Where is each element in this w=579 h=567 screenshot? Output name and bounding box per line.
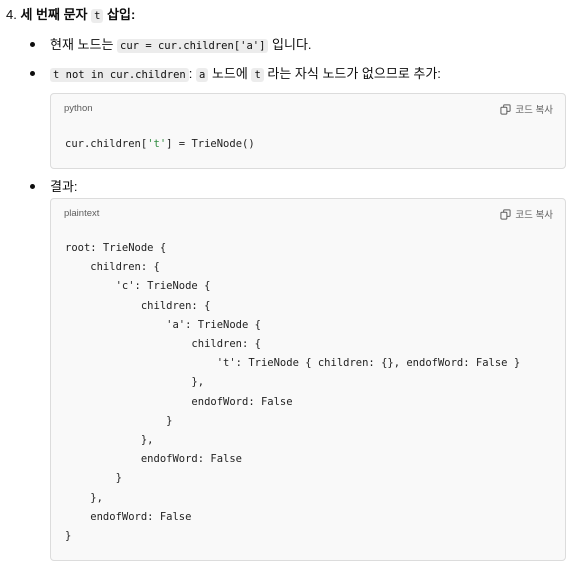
bullet-dot xyxy=(30,71,35,76)
inline-code: cur = cur.children['a'] xyxy=(117,39,269,53)
copy-icon xyxy=(500,103,511,115)
code-string: 't' xyxy=(147,138,167,150)
copy-code-label: 코드 복사 xyxy=(515,210,553,221)
code-content: cur.children['t'] = TrieNode() xyxy=(65,135,255,154)
copy-code-button[interactable]: 코드 복사 xyxy=(500,207,553,221)
code-language-label: plaintext xyxy=(64,208,100,219)
list-item: 결과: xyxy=(50,179,78,194)
step-title: 세 번째 문자 t 삽입: xyxy=(20,7,136,23)
code-token: ] = TrieNode() xyxy=(166,138,255,150)
copy-code-button[interactable]: 코드 복사 xyxy=(500,102,553,116)
list-item-text: 라는 자식 노드가 없으므로 추가: xyxy=(263,66,441,81)
code-block: python 코드 복사 cur.children['t'] = TrieNod… xyxy=(50,93,566,169)
list-item: 현재 노드는 cur = cur.children['a'] 입니다. xyxy=(50,37,312,54)
bullet-dot xyxy=(30,184,35,189)
step-title-suffix: 삽입: xyxy=(103,7,136,22)
code-content: root: TrieNode { children: { 'c': TrieNo… xyxy=(65,242,521,543)
code-language-label: python xyxy=(64,103,93,114)
step-title-text: 세 번째 문자 xyxy=(20,7,92,22)
bullet-dot xyxy=(30,42,35,47)
list-item-text: 현재 노드는 xyxy=(50,37,118,52)
copy-icon xyxy=(500,208,511,220)
list-item-text: 노드에 xyxy=(208,66,252,81)
code-token: cur.children[ xyxy=(65,138,148,150)
copy-code-label: 코드 복사 xyxy=(515,105,553,116)
step-number: 4. xyxy=(6,7,17,22)
inline-code: t xyxy=(91,9,104,23)
inline-code: t not in cur.children xyxy=(50,68,189,82)
list-item-text: : xyxy=(188,66,196,81)
inline-code: t xyxy=(251,68,264,82)
inline-code: a xyxy=(196,68,209,82)
code-block: plaintext 코드 복사 root: TrieNode { childre… xyxy=(50,198,566,561)
list-item-text: 입니다. xyxy=(268,37,312,52)
list-item: t not in cur.children: a 노드에 t 라는 자식 노드가… xyxy=(50,66,441,83)
step-heading: 4. 세 번째 문자 t 삽입: xyxy=(6,7,135,24)
